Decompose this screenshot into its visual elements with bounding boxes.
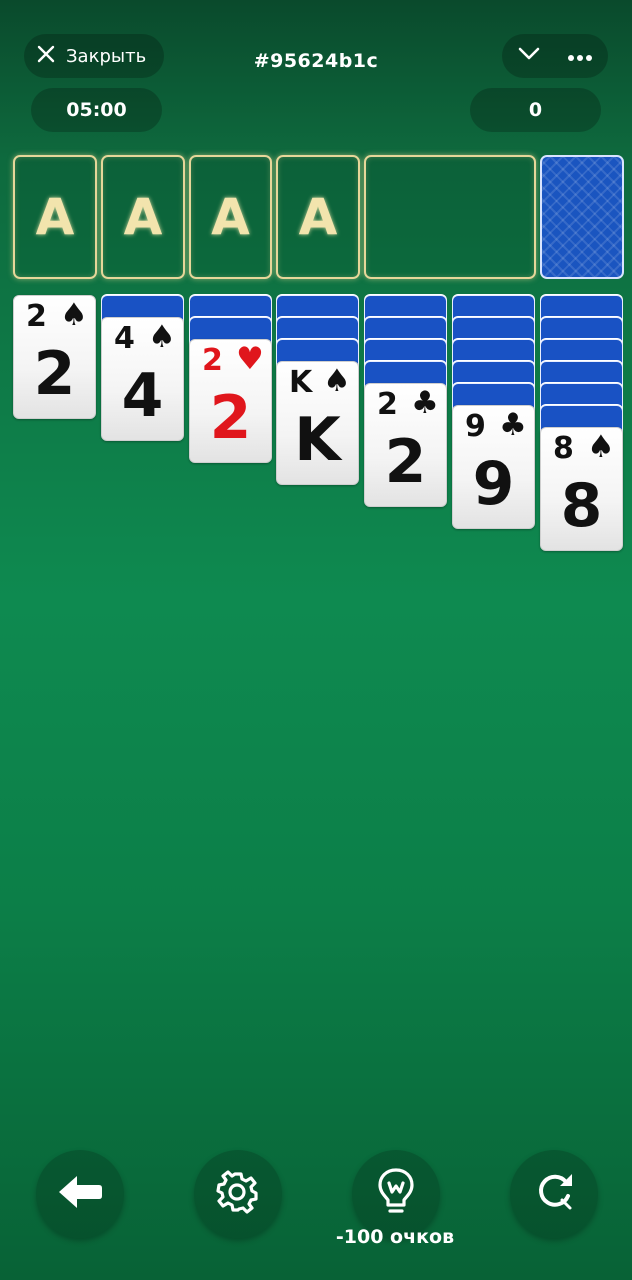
hint-cost-label: -100 очков [335,1226,455,1248]
chevron-down-icon[interactable] [517,46,541,66]
card-rank-large: 2 [384,427,427,497]
tableau-card[interactable]: 8 ♠ 8 [540,427,623,551]
tableau-card[interactable]: 2 ♥ 2 [189,339,272,463]
undo-icon [57,1174,103,1214]
card-rank: 9 [465,409,486,444]
card-suit: ♠ [60,297,88,333]
card-suit: ♣ [411,385,439,421]
tableau-card[interactable]: 4 ♠ 4 [101,317,184,441]
stock-pile[interactable] [540,155,624,279]
undo-button[interactable] [36,1150,124,1238]
foundation-label: A [35,188,75,246]
card-rank: 4 [114,321,135,356]
card-rank: 2 [26,299,47,334]
more-options-icon[interactable] [567,47,593,66]
card-suit: ♣ [499,407,527,443]
card-rank: 2 [202,343,223,378]
foundation-slot[interactable]: A [276,155,360,279]
hint-icon [376,1167,416,1221]
card-rank-large: 8 [560,471,603,541]
score: 0 [470,88,601,132]
card-rank: 2 [377,387,398,422]
restart-icon [532,1170,576,1218]
settings-icon [216,1170,260,1218]
waste-pile[interactable] [364,155,536,279]
timer: 05:00 [31,88,162,132]
tableau-card[interactable]: 9 ♣ 9 [452,405,535,529]
foundation-label: A [298,188,338,246]
tableau-card[interactable]: K ♠ K [276,361,359,485]
card-suit: ♠ [148,319,176,355]
tableau-card[interactable]: 2 ♣ 2 [364,383,447,507]
card-suit: ♠ [323,363,351,399]
foundation-label: A [211,188,250,246]
close-icon [36,44,56,69]
foundation-slot[interactable]: A [101,155,185,279]
close-label: Закрыть [66,45,147,67]
restart-button[interactable] [510,1150,598,1238]
card-rank: 8 [553,431,574,466]
card-rank-large: 2 [209,383,252,453]
card-rank-large: 9 [472,449,515,519]
hint-button[interactable] [352,1150,440,1238]
foundation-label: A [123,188,163,246]
menu-group[interactable] [502,34,608,78]
foundation-slot[interactable]: A [13,155,97,279]
game-id: #95624b1c [253,50,379,72]
card-rank: K [289,365,313,400]
card-rank-large: K [294,405,341,475]
settings-button[interactable] [194,1150,282,1238]
close-button[interactable]: Закрыть [24,34,164,78]
card-rank-large: 2 [33,339,76,409]
foundation-slot[interactable]: A [189,155,272,279]
tableau-card[interactable]: 2 ♠ 2 [13,295,96,419]
card-suit: ♥ [236,341,264,377]
card-rank-large: 4 [121,361,164,431]
card-suit: ♠ [587,429,615,465]
